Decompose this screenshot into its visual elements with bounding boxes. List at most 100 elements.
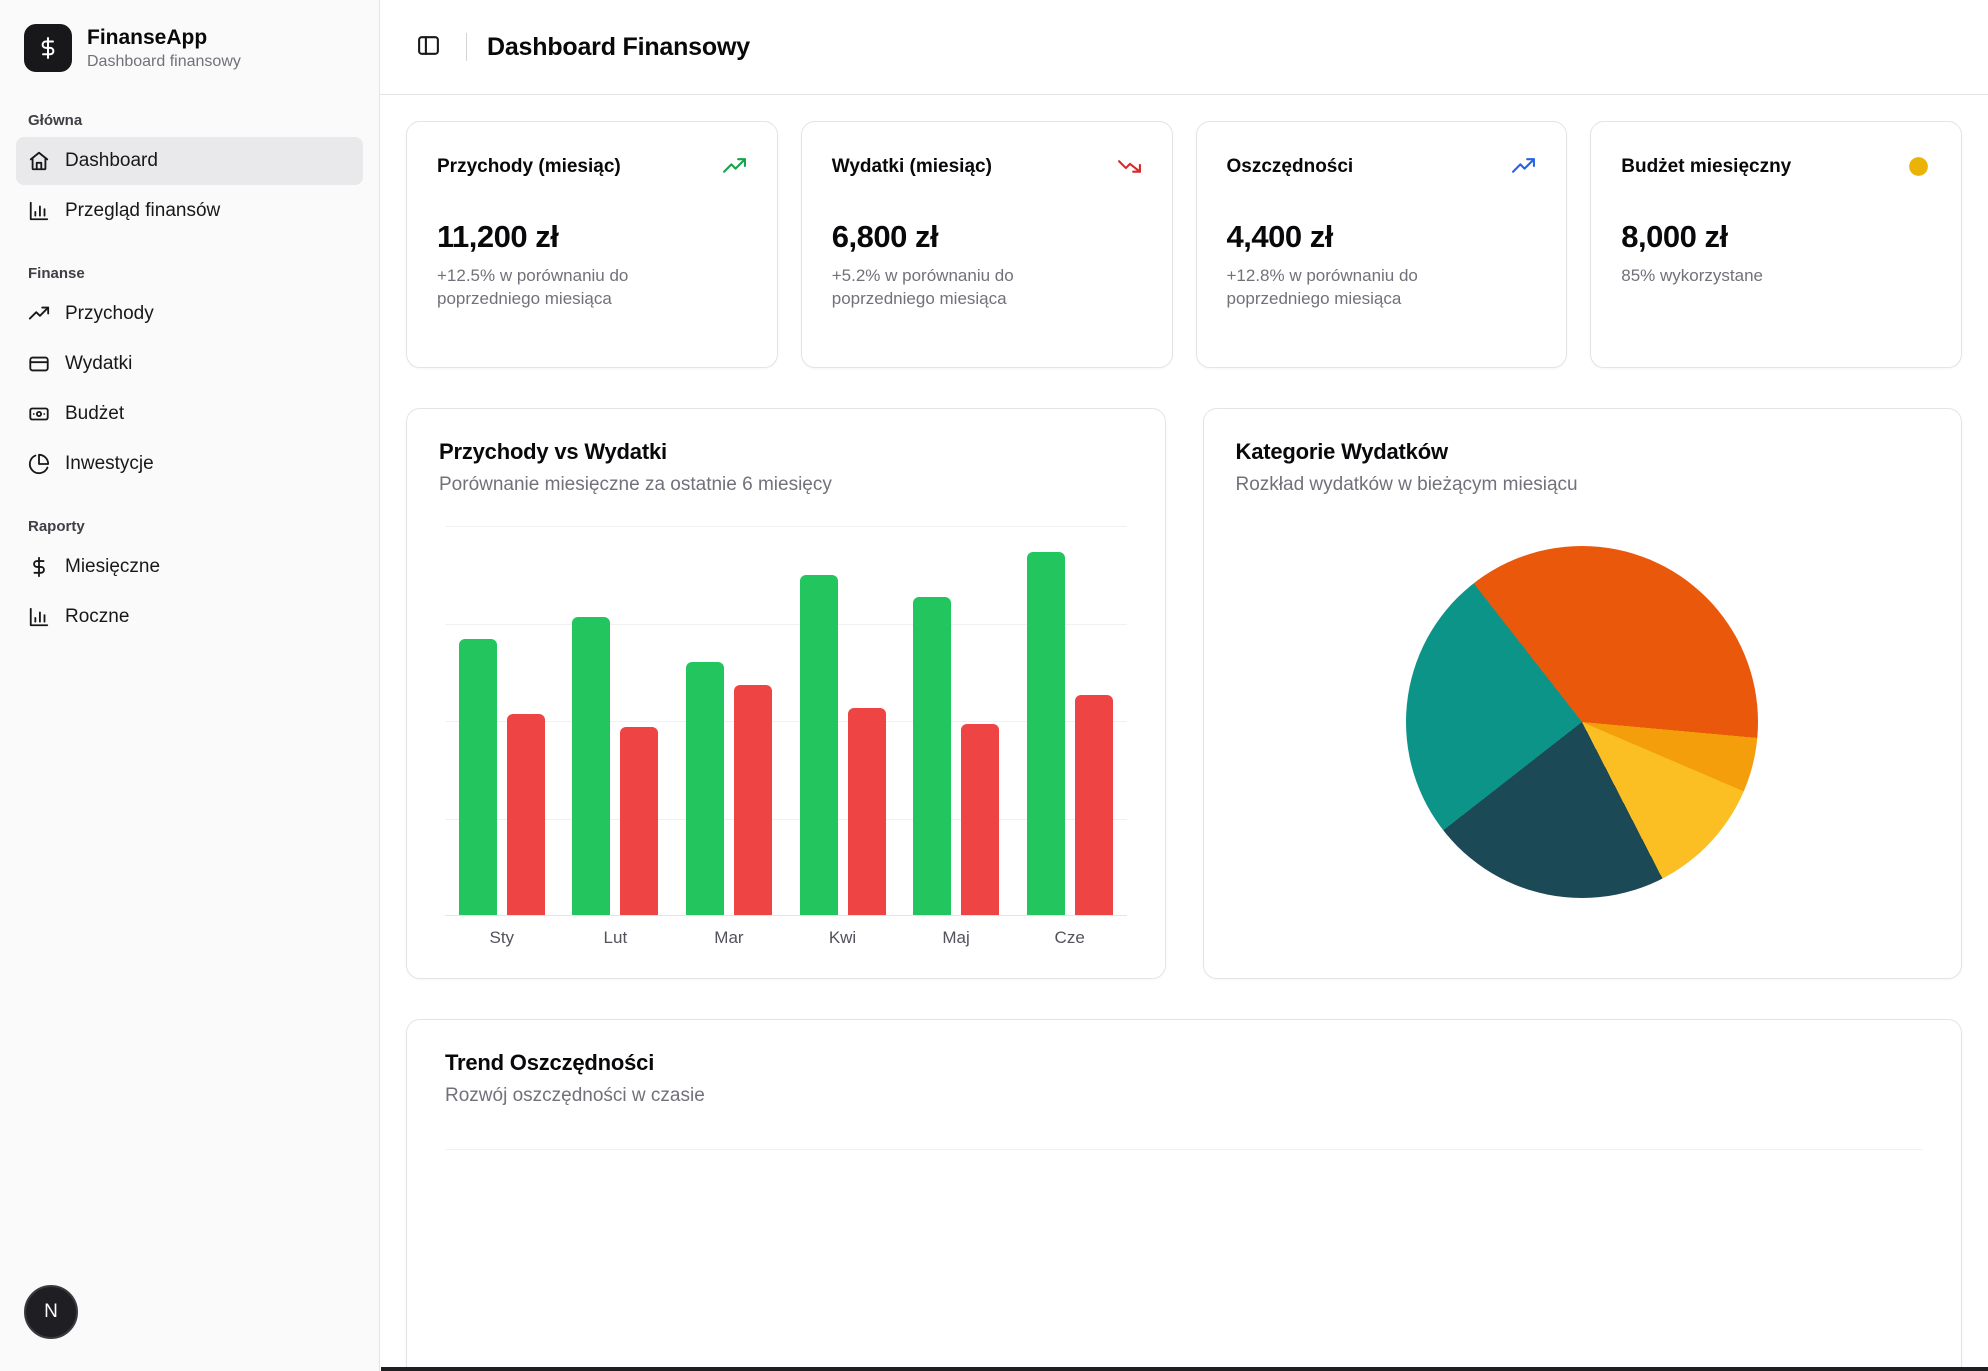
- trend-title: Trend Oszczędności: [445, 1050, 1923, 1076]
- income-bar: [459, 639, 497, 915]
- bar-chart-subtitle: Porównanie miesięczne za ostatnie 6 mies…: [439, 474, 1133, 496]
- sidebar-item-label: Inwestycje: [65, 453, 154, 475]
- expense-bar: [507, 714, 545, 915]
- sidebar-item-przychody[interactable]: Przychody: [16, 290, 363, 338]
- expense-pie-chart: [1406, 546, 1758, 898]
- section-label: Raporty: [16, 518, 363, 535]
- bar-group-sty: [459, 526, 545, 915]
- stat-card-value: 11,200 zł: [437, 219, 747, 255]
- bar-chart-icon: [28, 200, 50, 222]
- stat-card-title: Przychody (miesiąc): [437, 156, 621, 178]
- sidebar-item-budzet[interactable]: Budżet: [16, 390, 363, 438]
- income-bar: [1027, 552, 1065, 915]
- bar-chart-icon: [28, 606, 50, 628]
- credit-card-icon: [28, 353, 50, 375]
- nav-section-finanse: Finanse Przychody Wydatki: [16, 265, 363, 488]
- sidebar-item-wydatki[interactable]: Wydatki: [16, 340, 363, 388]
- page-title: Dashboard Finansowy: [487, 33, 750, 62]
- expense-bar: [734, 685, 772, 915]
- x-axis-label: Lut: [572, 928, 658, 948]
- stat-card-title: Oszczędności: [1227, 156, 1354, 178]
- trend-subtitle: Rozwój oszczędności w czasie: [445, 1085, 1923, 1107]
- income-vs-expense-bar-chart: Sty Lut Mar Kwi Maj Cze: [439, 526, 1133, 948]
- bar-group-kwi: [800, 526, 886, 915]
- stat-card-budzet: Budżet miesięczny 8,000 zł 85% wykorzyst…: [1590, 121, 1962, 368]
- section-label: Finanse: [16, 265, 363, 282]
- stat-card-wydatki: Wydatki (miesiąc) 6,800 zł +5.2% w porów…: [801, 121, 1173, 368]
- home-icon: [28, 150, 50, 172]
- stat-card-header: Budżet miesięczny: [1621, 154, 1931, 179]
- stat-card-change: 85% wykorzystane: [1621, 265, 1881, 288]
- app-title-block: FinanseApp Dashboard finansowy: [87, 26, 241, 71]
- bar-group-lut: [572, 526, 658, 915]
- panel-left-icon: [416, 33, 441, 61]
- expense-bar: [848, 708, 886, 915]
- app-subtitle: Dashboard finansowy: [87, 53, 241, 71]
- trend-card: Trend Oszczędności Rozwój oszczędności w…: [406, 1019, 1962, 1371]
- x-axis-label: Kwi: [800, 928, 886, 948]
- sidebar-item-label: Miesięczne: [65, 556, 160, 578]
- x-axis-label: Mar: [686, 928, 772, 948]
- x-axis-label: Cze: [1027, 928, 1113, 948]
- bar-group-mar: [686, 526, 772, 915]
- bar-group-maj: [913, 526, 999, 915]
- stat-card-oszczednosci: Oszczędności 4,400 zł +12.8% w porównani…: [1196, 121, 1568, 368]
- x-axis-label: Maj: [913, 928, 999, 948]
- stat-card-header: Przychody (miesiąc): [437, 154, 747, 179]
- sidebar-item-miesieczne[interactable]: Miesięczne: [16, 543, 363, 591]
- sidebar-item-inwestycje[interactable]: Inwestycje: [16, 440, 363, 488]
- pie-chart-card: Kategorie Wydatków Rozkład wydatków w bi…: [1203, 408, 1963, 979]
- user-avatar[interactable]: N: [24, 1285, 78, 1339]
- sidebar-item-label: Przychody: [65, 303, 154, 325]
- sidebar-item-label: Dashboard: [65, 150, 158, 172]
- stat-card-value: 8,000 zł: [1621, 219, 1931, 255]
- topbar: Dashboard Finansowy: [380, 0, 1988, 95]
- income-bar: [913, 597, 951, 915]
- expense-bar: [961, 724, 999, 915]
- income-bar: [800, 575, 838, 915]
- header-divider: [466, 33, 467, 61]
- stat-card-przychody: Przychody (miesiąc) 11,200 zł +12.5% w p…: [406, 121, 778, 368]
- trending-up-icon: [722, 154, 747, 179]
- dollar-icon: [28, 556, 50, 578]
- sidebar: FinanseApp Dashboard finansowy Główna Da…: [0, 0, 380, 1371]
- trending-up-icon: [28, 303, 50, 325]
- sidebar-toggle-button[interactable]: [410, 29, 446, 65]
- pie-chart-icon: [28, 453, 50, 475]
- stat-card-change: +12.8% w porównaniu do poprzedniego mies…: [1227, 265, 1487, 311]
- stat-card-value: 4,400 zł: [1227, 219, 1537, 255]
- dollar-logo-icon: [24, 24, 72, 72]
- trending-down-icon: [1117, 154, 1142, 179]
- sidebar-item-przeglad-finansow[interactable]: Przegląd finansów: [16, 187, 363, 235]
- savings-trend-plot: [445, 1149, 1923, 1371]
- sidebar-item-label: Przegląd finansów: [65, 200, 220, 222]
- x-axis-labels: Sty Lut Mar Kwi Maj Cze: [445, 928, 1127, 948]
- expense-bar: [620, 727, 658, 915]
- bar-group-cze: [1027, 526, 1113, 915]
- app-root: FinanseApp Dashboard finansowy Główna Da…: [0, 0, 1988, 1371]
- nav-section-glowna: Główna Dashboard Przegląd finansów: [16, 112, 363, 235]
- pie-chart-area: [1236, 496, 1930, 948]
- stat-card-value: 6,800 zł: [832, 219, 1142, 255]
- sidebar-item-roczne[interactable]: Roczne: [16, 593, 363, 641]
- income-bar: [572, 617, 610, 915]
- stat-card-change: +12.5% w porównaniu do poprzedniego mies…: [437, 265, 697, 311]
- stat-card-title: Budżet miesięczny: [1621, 156, 1791, 178]
- app-logo: FinanseApp Dashboard finansowy: [16, 20, 363, 82]
- sidebar-item-label: Budżet: [65, 403, 124, 425]
- app-name: FinanseApp: [87, 26, 241, 50]
- x-axis-label: Sty: [459, 928, 545, 948]
- bar-chart-plot: [445, 526, 1127, 916]
- circle-icon: [1906, 154, 1931, 179]
- sidebar-item-dashboard[interactable]: Dashboard: [16, 137, 363, 185]
- charts-row: Przychody vs Wydatki Porównanie miesięcz…: [406, 408, 1962, 979]
- stat-card-title: Wydatki (miesiąc): [832, 156, 992, 178]
- stat-card-header: Wydatki (miesiąc): [832, 154, 1142, 179]
- pie-chart-subtitle: Rozkład wydatków w bieżącym miesiącu: [1236, 474, 1930, 496]
- expense-bar: [1075, 695, 1113, 915]
- bottom-edge-bar: [381, 1367, 1988, 1371]
- bar-chart-card: Przychody vs Wydatki Porównanie miesięcz…: [406, 408, 1166, 979]
- bar-chart-title: Przychody vs Wydatki: [439, 439, 1133, 465]
- sidebar-nav: Główna Dashboard Przegląd finansów Finan…: [16, 112, 363, 641]
- income-bar: [686, 662, 724, 915]
